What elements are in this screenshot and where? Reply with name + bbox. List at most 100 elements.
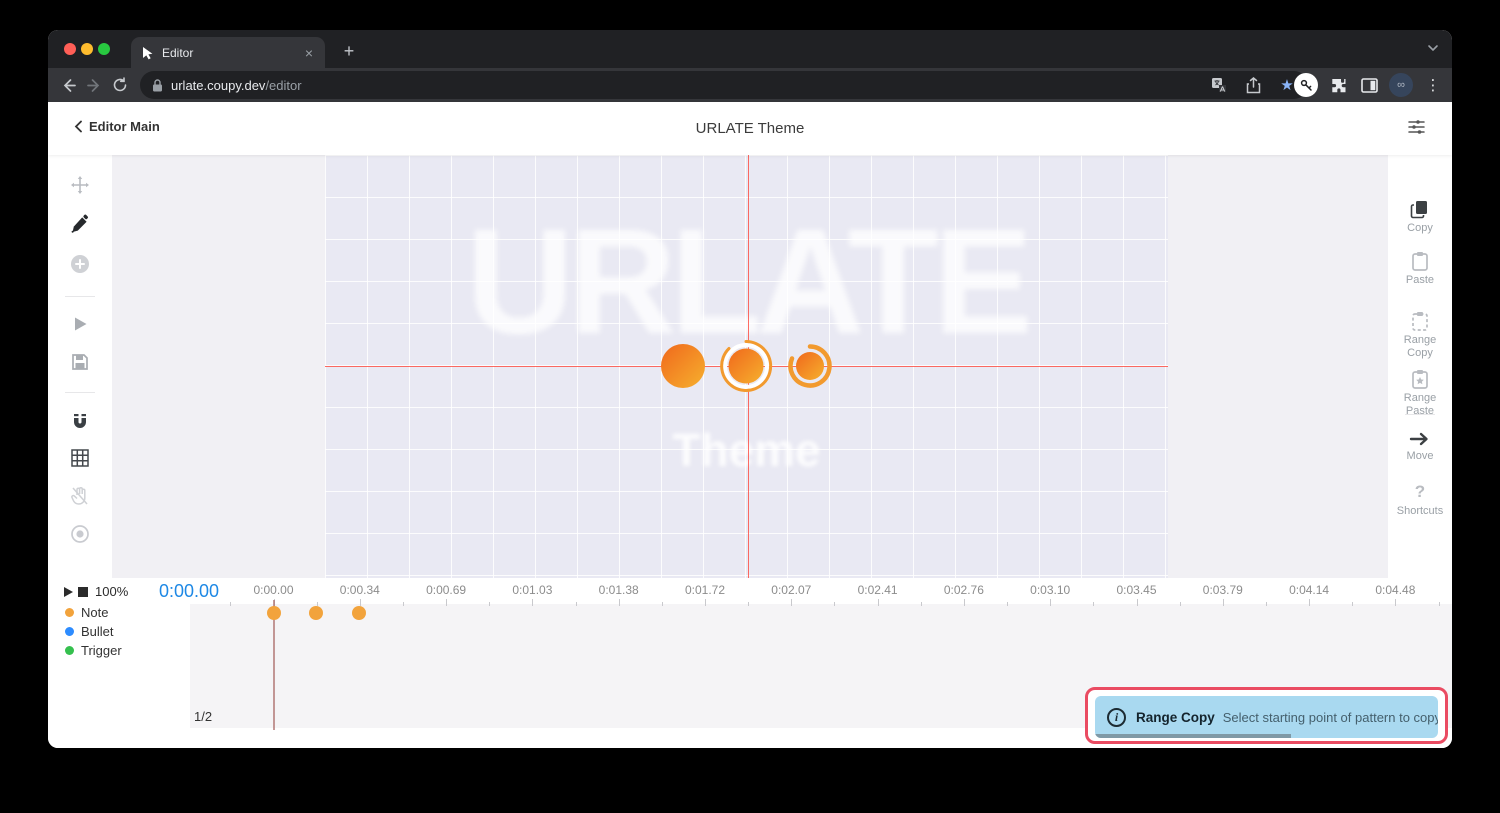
ruler-minor-tick <box>1093 602 1095 606</box>
ruler-minor-tick <box>1438 602 1440 606</box>
settings-sliders-icon[interactable] <box>1407 117 1426 136</box>
ruler-minor-tick <box>230 602 232 606</box>
range-copy-toast: i Range Copy Select starting point of pa… <box>1095 696 1438 738</box>
toast-message: Select starting point of pattern to copy <box>1222 709 1438 725</box>
ruler-minor-tick <box>1179 602 1181 606</box>
pattern-canvas[interactable]: URLATE Theme <box>325 155 1168 578</box>
ruler-major-tick <box>446 599 448 606</box>
traffic-light-zoom[interactable] <box>98 43 110 55</box>
range-paste-icon <box>1412 370 1428 389</box>
password-key-icon[interactable] <box>1294 73 1318 97</box>
ruler-major-tick <box>705 599 706 606</box>
ruler-major-tick <box>963 599 965 606</box>
new-tab-button[interactable]: + <box>336 38 362 64</box>
pencil-tool-icon[interactable] <box>70 214 90 234</box>
translate-icon[interactable] <box>1208 74 1230 96</box>
ruler-time-label[interactable]: 0:04.14 <box>1289 583 1329 597</box>
ruler-time-label[interactable]: 0:02.76 <box>944 583 984 597</box>
rail-divider <box>1405 414 1435 415</box>
legend-label: Trigger <box>81 642 122 658</box>
ruler-major-tick <box>1309 599 1311 606</box>
note-object-2[interactable] <box>720 339 773 392</box>
ruler-time-label[interactable]: 0:03.45 <box>1116 583 1156 597</box>
traffic-light-close[interactable] <box>64 43 76 55</box>
editor-stage: URLATE Theme <box>112 155 1388 578</box>
record-target-icon[interactable] <box>70 524 90 544</box>
browser-tab-editor[interactable]: Editor × <box>131 37 325 68</box>
ruler-time-label[interactable]: 0:02.07 <box>771 583 811 597</box>
copy-button[interactable]: Copy <box>1388 199 1452 235</box>
range-paste-button[interactable]: Range Paste <box>1388 369 1452 418</box>
rail-divider <box>65 392 95 393</box>
shortcuts-button[interactable]: ? Shortcuts <box>1388 482 1452 518</box>
toast-highlight-outline: i Range Copy Select starting point of pa… <box>1085 687 1448 744</box>
timeline-section: 100% 0:00.00 0:00.00 0:00.34 0:00.69 0:01.0… <box>48 578 1452 748</box>
ruler-time-label[interactable]: 0:03.10 <box>1030 583 1070 597</box>
ruler-major-tick <box>791 599 793 606</box>
ruler-time-label[interactable]: 0:00.34 <box>340 583 380 597</box>
note-marker[interactable] <box>309 606 324 620</box>
tab-close-icon[interactable]: × <box>303 45 315 61</box>
profile-avatar[interactable]: ∞ <box>1389 73 1413 97</box>
toast-progress-bar <box>1095 734 1291 738</box>
timeline-ruler[interactable]: 0:00.00 0:00.34 0:00.69 0:01.03 0:01.38 0:01.… <box>48 578 1452 608</box>
url-bar[interactable]: urlate.coupy.dev/editor ★ <box>140 71 1308 99</box>
tab-search-chevron-icon[interactable] <box>1426 41 1440 55</box>
back-button[interactable] <box>55 72 81 98</box>
play-tool-icon[interactable] <box>71 315 89 333</box>
info-circle-icon: i <box>1107 707 1126 727</box>
forward-button[interactable] <box>81 72 107 98</box>
ruler-major-tick <box>532 599 534 606</box>
ruler-time-label[interactable]: 0:00.00 <box>253 583 293 597</box>
grid-toggle-icon[interactable] <box>71 449 90 468</box>
tab-favicon-cursor-icon <box>141 46 154 60</box>
timeline-legend: Note Bullet Trigger <box>65 604 122 658</box>
legend-item-bullet[interactable]: Bullet <box>65 623 122 639</box>
note-object-1[interactable] <box>661 344 705 388</box>
extensions-puzzle-icon[interactable] <box>1327 74 1349 96</box>
move-tool-icon[interactable] <box>69 174 91 196</box>
note-marker[interactable] <box>351 606 366 620</box>
add-note-icon[interactable] <box>69 253 91 275</box>
ruler-time-label[interactable]: 0:01.03 <box>512 583 552 597</box>
ruler-time-label[interactable]: 0:02.41 <box>858 583 898 597</box>
legend-label: Note <box>81 604 109 620</box>
ruler-time-label[interactable]: 0:03.79 <box>1203 583 1243 597</box>
sidebar-toggle-icon[interactable] <box>1358 74 1380 96</box>
ruler-minor-tick <box>489 602 491 606</box>
ruler-time-label[interactable]: 0:01.72 <box>685 583 725 597</box>
range-copy-button[interactable]: Range Copy <box>1388 311 1452 360</box>
note-marker[interactable] <box>266 606 281 620</box>
legend-dot <box>65 626 74 636</box>
legend-dot <box>65 645 74 655</box>
legend-item-trigger[interactable]: Trigger <box>65 642 122 658</box>
kebab-menu-icon[interactable]: ⋮ <box>1422 74 1444 96</box>
note-object-3[interactable] <box>788 344 832 388</box>
ruler-minor-tick <box>834 602 836 606</box>
share-icon[interactable] <box>1242 74 1264 96</box>
legend-dot <box>65 607 74 617</box>
url-path: /editor <box>265 77 302 93</box>
save-icon[interactable] <box>71 353 89 371</box>
ruler-time-label[interactable]: 0:01.38 <box>599 583 639 597</box>
ruler-minor-tick <box>575 602 577 606</box>
legend-label: Bullet <box>81 623 114 639</box>
ruler-time-label[interactable]: 0:00.69 <box>426 583 466 597</box>
tab-title: Editor <box>162 45 194 60</box>
traffic-light-minimize[interactable] <box>81 43 93 55</box>
reload-button[interactable] <box>107 72 133 98</box>
hand-tool-disabled-icon[interactable] <box>71 486 89 506</box>
ruler-minor-tick <box>1007 602 1009 606</box>
browser-toolbar: urlate.coupy.dev/editor ★ <box>48 68 1452 102</box>
paste-button[interactable]: Paste <box>1388 251 1452 287</box>
lock-icon[interactable] <box>152 78 163 92</box>
ruler-time-label[interactable]: 0:04.48 <box>1375 583 1415 597</box>
browser-window: Editor × + urlate.coupy.dev/editor ★ ∞ ⋮… <box>48 30 1452 748</box>
legend-item-note[interactable]: Note <box>65 604 122 620</box>
magnet-snap-icon[interactable] <box>70 411 90 431</box>
browser-tab-strip: Editor × + <box>48 30 1452 68</box>
paste-icon <box>1412 252 1428 271</box>
page-title: URLATE Theme <box>695 120 805 137</box>
ruler-minor-tick <box>1265 602 1267 606</box>
move-button[interactable]: Move <box>1388 431 1452 463</box>
